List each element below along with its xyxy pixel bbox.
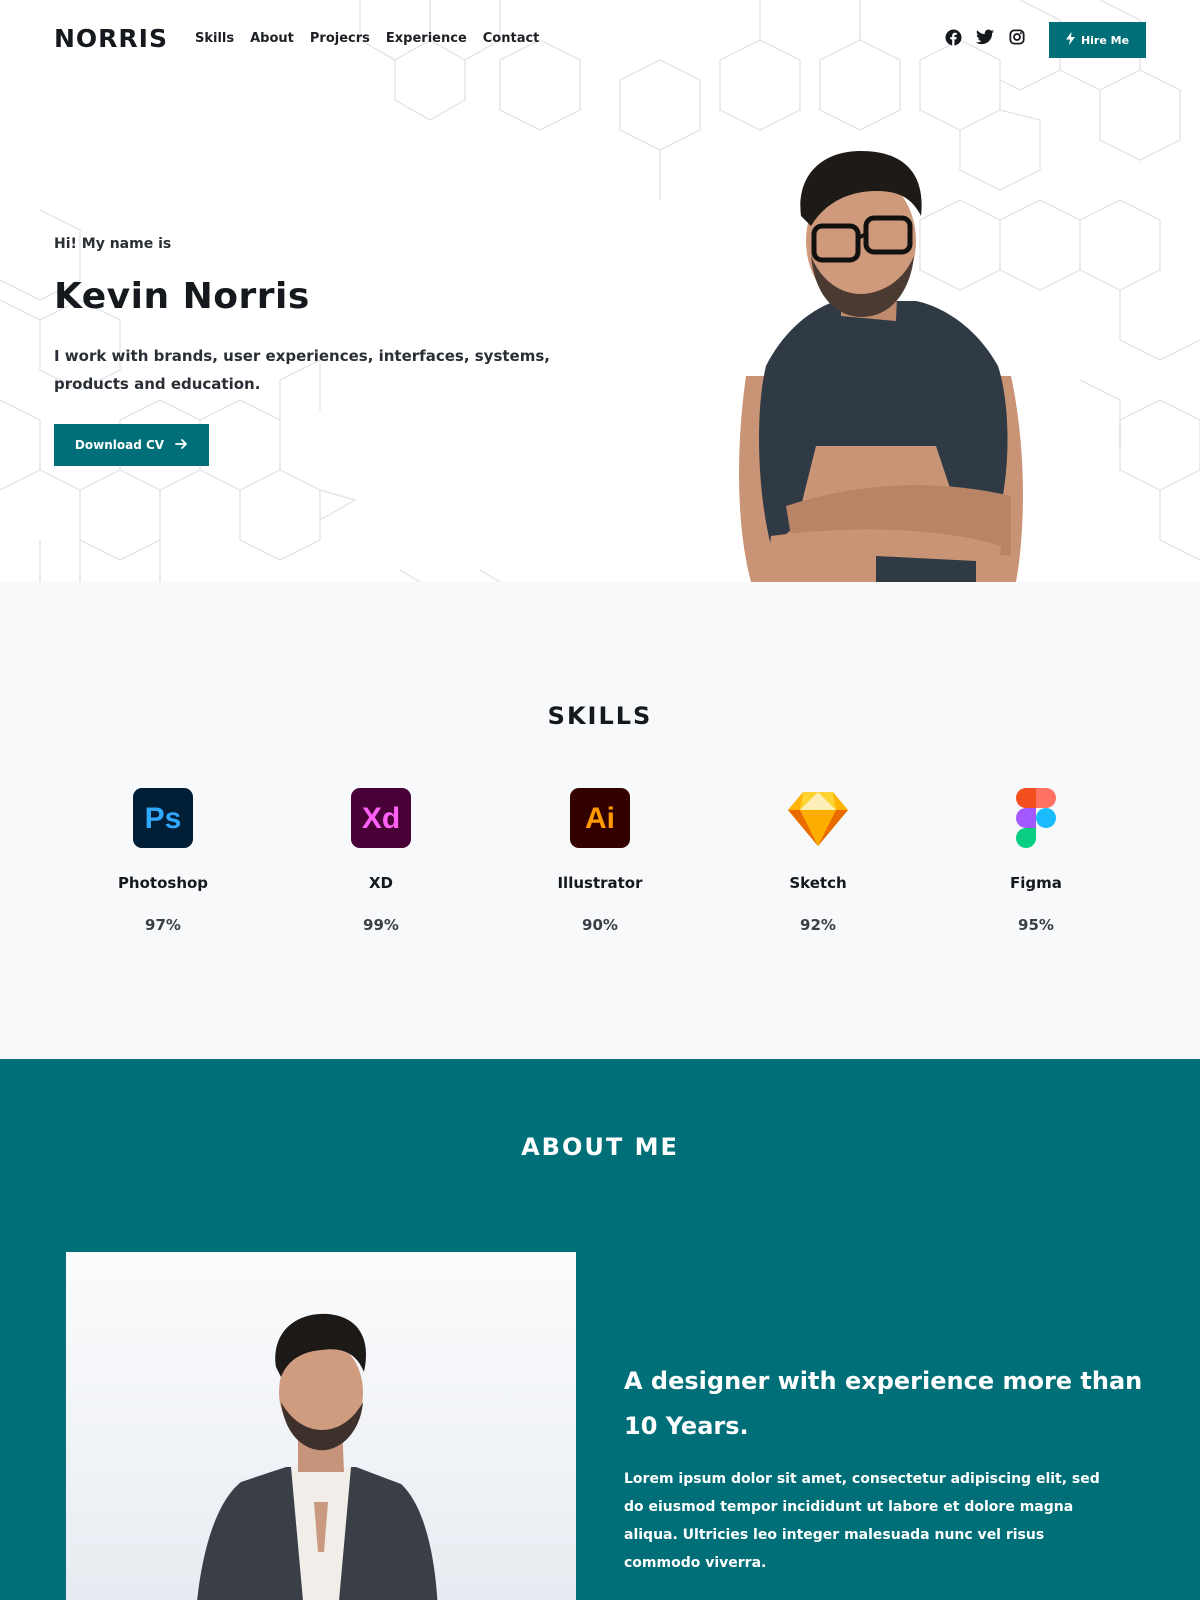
facebook-icon[interactable]: [944, 28, 962, 46]
skills-title: SKILLS: [547, 702, 653, 730]
svg-text:Xd: Xd: [362, 802, 400, 835]
main-nav: Skills About Projecrs Experience Contact: [195, 31, 539, 46]
svg-text:Ai: Ai: [585, 802, 615, 835]
arrow-right-icon: [174, 437, 188, 454]
nav-link-skills[interactable]: Skills: [195, 31, 234, 46]
nav-link-projects[interactable]: Projecrs: [310, 31, 370, 46]
lightning-bolt-icon: [1065, 32, 1075, 48]
skill-card-photoshop: Ps Photoshop 97%: [73, 788, 253, 934]
about-text: Lorem ipsum dolor sit amet, consectetur …: [624, 1471, 1100, 1571]
svg-text:Ps: Ps: [145, 802, 182, 835]
skill-name: Illustrator: [557, 874, 643, 892]
nav-link-experience[interactable]: Experience: [386, 31, 467, 46]
hero-section: Hi! My name is Kevin Norris I work with …: [0, 0, 1200, 582]
twitter-icon[interactable]: [976, 28, 994, 46]
skill-percent: 95%: [1018, 916, 1054, 934]
figma-icon: [1006, 788, 1066, 848]
skill-percent: 99%: [363, 916, 399, 934]
xd-icon: Xd: [351, 788, 411, 848]
social-links: [944, 28, 1026, 46]
hero-description: I work with brands, user experiences, in…: [54, 347, 550, 393]
skill-name: Figma: [1010, 874, 1062, 892]
skill-percent: 90%: [582, 916, 618, 934]
site-logo[interactable]: NORRIS: [54, 24, 168, 53]
skill-name: Photoshop: [117, 874, 209, 892]
skill-name: Sketch: [789, 874, 847, 892]
hero-greeting: Hi! My name is: [54, 236, 172, 252]
hero-name: Kevin Norris: [54, 276, 310, 317]
skill-percent: 97%: [145, 916, 181, 934]
skill-card-figma: Figma 95%: [946, 788, 1126, 934]
nav-link-about[interactable]: About: [250, 31, 294, 46]
skill-card-sketch: Sketch 92%: [728, 788, 908, 934]
hire-me-label: Hire Me: [1080, 33, 1130, 47]
illustrator-icon: Ai: [570, 788, 630, 848]
about-title: ABOUT ME: [521, 1133, 679, 1161]
about-heading: A designer with experience more than 10 …: [624, 1367, 1143, 1440]
hero-portrait-image: [739, 151, 1023, 582]
nav-link-contact[interactable]: Contact: [483, 31, 540, 46]
download-cv-button[interactable]: Download CV: [54, 424, 209, 466]
about-portrait-image: [66, 1252, 576, 1600]
skill-card-xd: Xd XD 99%: [291, 788, 471, 934]
sketch-icon: [788, 788, 848, 848]
skills-section: SKILLS Ps Photoshop 97% Xd XD 99% Ai Ill…: [0, 582, 1200, 1059]
skill-card-illustrator: Ai Illustrator 90%: [510, 788, 690, 934]
instagram-icon[interactable]: [1008, 28, 1026, 46]
photoshop-icon: Ps: [133, 788, 193, 848]
site-header: NORRIS Skills About Projecrs Experience …: [0, 0, 1200, 80]
skill-name: XD: [368, 874, 394, 892]
download-cv-label: Download CV: [74, 438, 165, 452]
hire-me-button[interactable]: Hire Me: [1049, 22, 1146, 58]
about-section: ABOUT ME A designer with experience more…: [0, 1059, 1200, 1600]
skill-percent: 92%: [800, 916, 836, 934]
